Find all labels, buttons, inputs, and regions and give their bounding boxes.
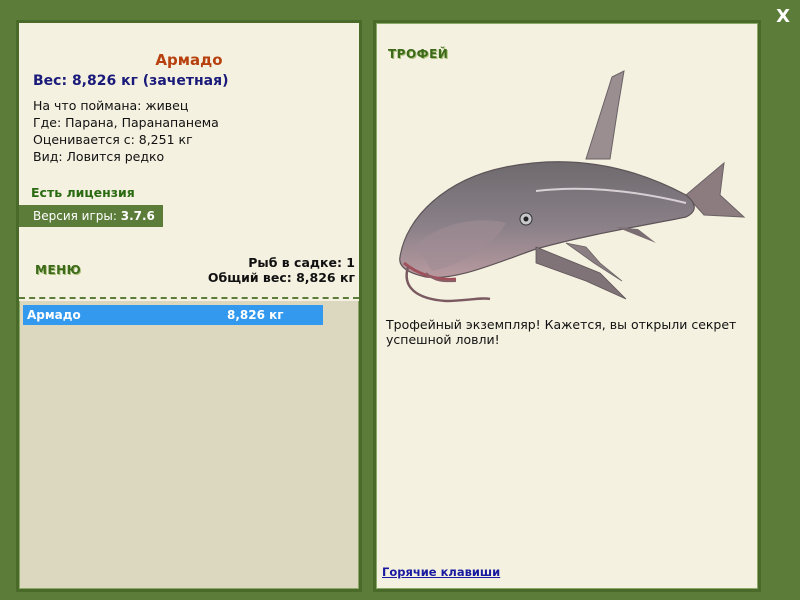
game-version: Версия игры: 3.7.6	[19, 205, 163, 227]
version-label: Версия игры:	[33, 209, 121, 223]
fish-weight: Вес: 8,826 кг (зачетная)	[33, 73, 229, 89]
keepnet-count: Рыб в садке: 1	[248, 255, 355, 270]
fish-image	[399, 70, 746, 303]
catch-location: Где: Парана, Паранапанема	[33, 115, 219, 130]
close-button[interactable]: X	[776, 6, 790, 27]
fish-name: Армадо	[155, 51, 223, 69]
fish-kind: Вид: Ловится редко	[33, 149, 165, 164]
version-value: 3.7.6	[120, 209, 155, 223]
fish-info-panel: Армадо Вес: 8,826 кг (зачетная) На что п…	[16, 20, 362, 592]
keepnet-summary: Рыб в садке: 1 Общий вес: 8,826 кг	[208, 255, 355, 285]
catch-item-weight: 8,826 кг	[227, 308, 284, 322]
divider	[19, 297, 359, 299]
menu-button[interactable]: МЕНЮ	[35, 263, 81, 277]
fish-info-list: На что поймана: живец Где: Парана, Паран…	[33, 97, 219, 165]
fish-details: Армадо Вес: 8,826 кг (зачетная) На что п…	[19, 23, 359, 301]
trophy-title: ТРОФЕЙ	[388, 47, 449, 61]
license-status: Есть лицензия	[31, 185, 135, 200]
catch-item-name: Армадо	[27, 308, 81, 322]
valued-from: Оценивается с: 8,251 кг	[33, 132, 193, 147]
trophy-description: Трофейный экземпляр! Кажется, вы открыли…	[386, 317, 737, 347]
trophy-panel: ТРОФЕЙ Трофейный экземпляр! Кажется, вы …	[373, 20, 761, 592]
hotkeys-link[interactable]: Горячие клавиши	[382, 565, 500, 579]
catch-list-item[interactable]: Армадо 8,826 кг	[23, 305, 323, 325]
keepnet-total-weight: Общий вес: 8,826 кг	[207, 270, 355, 285]
caught-on: На что поймана: живец	[33, 98, 189, 113]
